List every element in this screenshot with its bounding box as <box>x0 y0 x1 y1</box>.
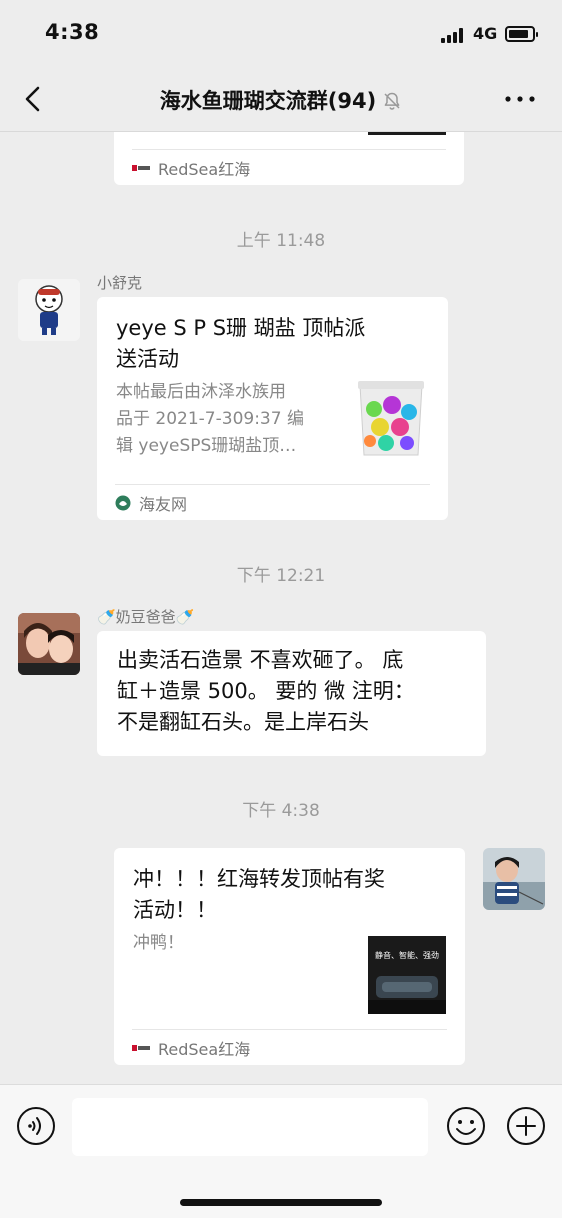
card-description-line: 辑 yeyeSPS珊瑚盐顶… <box>116 436 297 456</box>
card-title-line: 送活动 <box>116 347 179 371</box>
chat-title-text: 海水鱼珊瑚交流群(94) <box>159 89 377 113</box>
self-avatar[interactable] <box>483 848 545 910</box>
home-indicator <box>180 1199 382 1206</box>
mute-icon <box>384 92 400 110</box>
card-description-line: 品于 2021-7-309:37 编 <box>116 409 304 429</box>
card-description: 冲鸭！ <box>133 933 184 953</box>
card-source: RedSea红海 <box>132 1029 447 1065</box>
timestamp: 下午 12:21 <box>236 566 326 586</box>
card-thumbnail: 静音、智能、强劲 <box>368 936 446 1014</box>
message-input[interactable] <box>72 1098 428 1156</box>
message-line: 出卖活石造景 不喜欢砸了。 底 <box>117 648 404 672</box>
card-title-line: 活动！！ <box>133 898 217 922</box>
message-line: 不是翻缸石头。是上岸石头 <box>117 710 369 734</box>
emoji-icon[interactable] <box>446 1106 486 1146</box>
card-source-label: 海友网 <box>139 494 188 514</box>
signal-icon <box>441 28 467 43</box>
haiyou-logo-icon <box>115 495 131 510</box>
card-source: 海友网 <box>115 484 430 520</box>
thumb-caption: 静音、智能、强劲 <box>375 950 439 960</box>
network-label: 4G <box>473 24 498 43</box>
avatar[interactable] <box>18 613 80 675</box>
more-icon[interactable] <box>503 94 537 104</box>
chat-title: 海水鱼珊瑚交流群(94) <box>0 85 562 115</box>
input-bar <box>0 1084 562 1218</box>
card-description: 本帖最后由沐泽水族用 品于 2021-7-309:37 编 辑 yeyeSPS珊… <box>116 379 348 460</box>
text-message[interactable]: 出卖活石造景 不喜欢砸了。 底 缸＋造景 500。 要的 微 注明： 不是翻缸石… <box>97 631 486 756</box>
shared-link-card[interactable]: 冲！！！红海转发顶帖有奖 活动！！ 冲鸭！ 静音、智能、强劲 RedSea红海 <box>114 848 465 1065</box>
card-title: 冲！！！红海转发顶帖有奖 活动！！ <box>133 864 453 926</box>
card-title-line: yeye S P S珊 瑚盐 顶帖派 <box>116 316 366 340</box>
card-description-line: 本帖最后由沐泽水族用 <box>116 382 286 402</box>
sender-name: 小舒克 <box>97 274 143 292</box>
battery-icon <box>505 26 538 42</box>
plus-icon[interactable] <box>506 1106 546 1146</box>
card-thumbnail <box>368 132 446 135</box>
avatar[interactable] <box>18 279 80 341</box>
card-source-label: RedSea红海 <box>158 159 251 179</box>
voice-icon[interactable] <box>16 1106 56 1146</box>
card-thumbnail <box>352 379 430 457</box>
message-line: 缸＋造景 500。 要的 微 注明： <box>117 679 415 703</box>
redsea-logo-icon <box>132 1044 150 1051</box>
timestamp: 上午 11:48 <box>236 231 326 251</box>
shared-link-card[interactable]: RedSea红海 <box>114 132 464 185</box>
chat-messages[interactable]: RedSea红海 上午 11:48 小舒克 yeye S P S珊 瑚盐 顶帖派… <box>0 132 562 1084</box>
card-source: RedSea红海 <box>132 149 446 185</box>
redsea-logo-icon <box>132 164 150 171</box>
status-bar: 4:38 4G <box>0 0 562 68</box>
card-source-label: RedSea红海 <box>158 1039 251 1059</box>
chat-header: 海水鱼珊瑚交流群(94) <box>0 68 562 132</box>
timestamp: 下午 4:38 <box>242 801 320 821</box>
sender-name: 🍼奶豆爸爸🍼 <box>97 608 195 626</box>
card-title-line: 冲！！！红海转发顶帖有奖 <box>133 867 385 891</box>
shared-link-card[interactable]: yeye S P S珊 瑚盐 顶帖派 送活动 本帖最后由沐泽水族用 品于 202… <box>97 297 448 520</box>
status-time: 4:38 <box>45 20 100 44</box>
card-title: yeye S P S珊 瑚盐 顶帖派 送活动 <box>116 313 436 375</box>
